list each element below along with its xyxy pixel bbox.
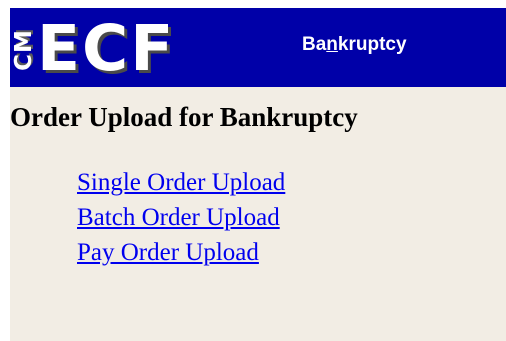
header-bar: CM ECF Bankruptcy (10, 8, 506, 87)
upload-links-list: Single Order Upload Batch Order Upload P… (77, 165, 285, 270)
court-label-accesskey: n (326, 34, 338, 55)
list-item: Batch Order Upload (77, 200, 285, 235)
single-order-upload-link[interactable]: Single Order Upload (77, 169, 285, 196)
list-item: Pay Order Upload (77, 235, 285, 270)
court-label-prefix: Ba (302, 34, 327, 55)
bankruptcy-court-link[interactable]: Bankruptcy (302, 33, 407, 57)
page-title: Order Upload for Bankruptcy (10, 102, 358, 132)
page-content: CM ECF Bankruptcy Order Upload for Bankr… (10, 8, 506, 341)
logo-cm-text: CM (11, 22, 37, 78)
court-label-suffix: kruptcy (337, 34, 407, 55)
batch-order-upload-link[interactable]: Batch Order Upload (77, 204, 280, 231)
cmecf-logo: CM ECF (10, 14, 210, 84)
list-item: Single Order Upload (77, 165, 285, 200)
pay-order-upload-link[interactable]: Pay Order Upload (77, 239, 259, 266)
logo-ecf-text: ECF (37, 12, 176, 85)
logo-cm-label: CM (11, 29, 37, 71)
